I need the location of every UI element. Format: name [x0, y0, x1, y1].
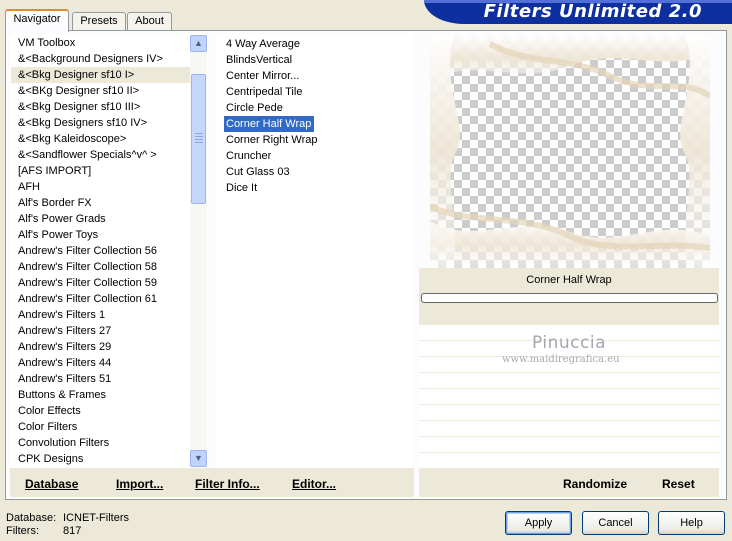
category-item[interactable]: Andrew's Filters 44	[11, 355, 191, 371]
filter-info-button[interactable]: Filter Info...	[195, 477, 260, 491]
category-item[interactable]: &<Bkg Designer sf10 III>	[11, 99, 191, 115]
help-button[interactable]: Help	[658, 511, 725, 535]
category-item[interactable]: &<Bkg Kaleidoscope>	[11, 131, 191, 147]
category-item[interactable]: &<BKg Designer sf10 II>	[11, 83, 191, 99]
filter-items: 4 Way Average BlindsVertical Center Mirror…	[216, 34, 413, 196]
cancel-button[interactable]: Cancel	[582, 511, 649, 535]
category-item[interactable]: CPK Designs	[11, 451, 191, 467]
category-item[interactable]: Alf's Power Grads	[11, 211, 191, 227]
filters-count: 817	[63, 525, 82, 537]
category-item[interactable]: Color Effects	[11, 403, 191, 419]
category-item[interactable]: &<Background Designers IV>	[11, 51, 191, 67]
category-item[interactable]: Andrew's Filters 27	[11, 323, 191, 339]
reset-button[interactable]: Reset	[662, 477, 695, 491]
scroll-down-button[interactable]: ▼	[190, 450, 207, 467]
status-database: Database: ICNET-Filters	[6, 512, 129, 524]
category-scrollbar[interactable]: ▲ ▼	[190, 35, 207, 467]
filter-item[interactable]: Corner Right Wrap	[224, 132, 318, 148]
category-item[interactable]: Andrew's Filters 1	[11, 307, 191, 323]
filter-item[interactable]: Cruncher	[224, 148, 314, 164]
category-item[interactable]: Convolution Filters	[11, 435, 191, 451]
preview-image	[430, 36, 710, 268]
category-item[interactable]: Alf's Power Toys	[11, 227, 191, 243]
scroll-up-button[interactable]: ▲	[190, 35, 207, 52]
category-item[interactable]: Alf's Border FX	[11, 195, 191, 211]
category-item[interactable]: &<Bkg Designers sf10 IV>	[11, 115, 191, 131]
randomize-button[interactable]: Randomize	[563, 477, 627, 491]
filter-item[interactable]: 4 Way Average	[224, 36, 314, 52]
category-item[interactable]: Buttons & Frames	[11, 387, 191, 403]
tab-presets[interactable]: Presets	[72, 12, 126, 31]
category-item[interactable]: VM Toolbox	[11, 35, 191, 51]
category-item[interactable]: Andrew's Filter Collection 56	[11, 243, 191, 259]
category-item[interactable]: Color Filters	[11, 419, 191, 435]
scroll-thumb[interactable]	[191, 74, 206, 204]
tab-navigator[interactable]: Navigator	[5, 9, 69, 32]
tab-about[interactable]: About	[127, 12, 172, 31]
database-value: ICNET-Filters	[63, 512, 129, 524]
category-list[interactable]: VM Toolbox &<Background Designers IV> &<Bk…	[10, 34, 208, 468]
preview-filter-name: Corner Half Wrap	[526, 274, 612, 286]
category-item[interactable]: [AFS IMPORT]	[11, 163, 191, 179]
category-item[interactable]: &<Bkg Designer sf10 I>	[11, 67, 191, 83]
filter-item[interactable]: Cut Glass 03	[224, 164, 314, 180]
watermark-name: Pinuccia	[532, 333, 606, 353]
filter-item[interactable]: Centripedal Tile	[224, 84, 314, 100]
filter-item[interactable]: Center Mirror...	[224, 68, 314, 84]
category-item[interactable]: Andrew's Filter Collection 59	[11, 275, 191, 291]
category-items: VM Toolbox &<Background Designers IV> &<Bk…	[11, 35, 191, 467]
apply-button[interactable]: Apply	[505, 511, 572, 535]
app-title: Filters Unlimited 2.0	[483, 1, 702, 22]
database-button[interactable]: Database	[25, 477, 78, 491]
editor-button[interactable]: Editor...	[292, 477, 336, 491]
category-item[interactable]: Andrew's Filters 29	[11, 339, 191, 355]
category-item[interactable]: &<Sandflower Specials^v^ >	[11, 147, 191, 163]
status-filters: Filters: 817	[6, 525, 81, 537]
filters-label: Filters:	[6, 525, 39, 537]
filter-item[interactable]: Circle Pede	[224, 100, 314, 116]
category-item[interactable]: Andrew's Filter Collection 61	[11, 291, 191, 307]
category-item[interactable]: Andrew's Filter Collection 58	[11, 259, 191, 275]
category-item[interactable]: Andrew's Filters 51	[11, 371, 191, 387]
watermark-site: www.maidiregrafica.eu	[502, 354, 620, 365]
progress-bar	[421, 293, 718, 303]
filter-item[interactable]: Dice It	[224, 180, 314, 196]
filter-item[interactable]: Corner Half Wrap	[224, 116, 314, 132]
filter-item[interactable]: BlindsVertical	[224, 52, 314, 68]
title-banner: Filters Unlimited 2.0	[424, 0, 732, 24]
import-button[interactable]: Import...	[116, 477, 163, 491]
filter-list[interactable]: 4 Way Average BlindsVertical Center Mirror…	[216, 34, 413, 468]
database-label: Database:	[6, 512, 57, 524]
category-item[interactable]: AFH	[11, 179, 191, 195]
